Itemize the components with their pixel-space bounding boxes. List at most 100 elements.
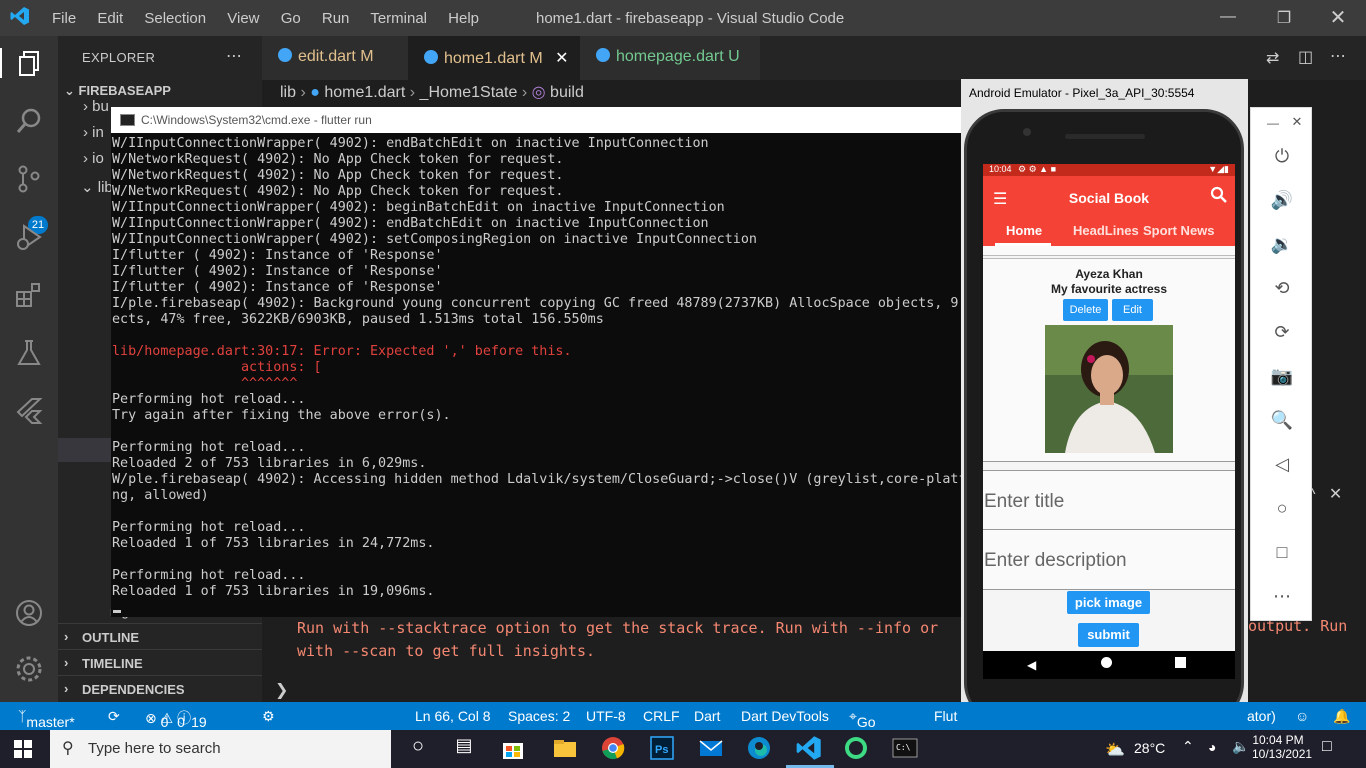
menu-run[interactable]: Run — [322, 10, 350, 27]
emulator-device[interactable]: ator) — [1247, 708, 1276, 724]
extensions-icon[interactable] — [14, 280, 44, 310]
emu-close-icon[interactable]: ✕ — [1285, 114, 1309, 138]
task-view-icon[interactable]: ▤ — [450, 735, 478, 763]
emu-minimize-icon[interactable]: — — [1261, 116, 1285, 140]
split-editor-icon[interactable]: ◫ — [1298, 47, 1313, 67]
weather-temp[interactable]: 28°C — [1134, 740, 1165, 756]
action-center-icon[interactable]: □ — [1322, 738, 1332, 756]
cursor-position[interactable]: Ln 66, Col 8 — [415, 708, 491, 724]
delete-button[interactable]: Delete — [1063, 299, 1108, 321]
tray-chevron-icon[interactable]: ⌃ — [1182, 738, 1194, 755]
camera-icon[interactable]: 📷 — [1270, 366, 1294, 390]
explorer-icon[interactable] — [0, 48, 58, 78]
source-control-icon[interactable] — [14, 164, 44, 194]
panel-close-icon[interactable]: ^ ✕ — [1308, 484, 1342, 504]
cortana-icon[interactable]: ○ — [404, 735, 432, 763]
edge-icon[interactable] — [746, 735, 774, 763]
cmd-taskbar-icon[interactable]: C:\ — [892, 735, 920, 763]
flutter-icon[interactable] — [14, 396, 44, 426]
chrome-icon[interactable] — [600, 735, 628, 763]
tab-edit-dart[interactable]: edit.dart M — [262, 36, 408, 80]
zoom-icon[interactable]: 🔍 — [1270, 410, 1294, 434]
search-icon[interactable] — [14, 106, 44, 136]
project-folder[interactable]: ⌄ FIREBASEAPP — [64, 83, 171, 99]
breadcrumb-item[interactable]: _Home1State — [420, 84, 518, 101]
language-mode[interactable]: Dart — [694, 708, 720, 724]
more-actions-icon[interactable]: ⋯ — [226, 46, 242, 66]
run-debug-icon[interactable] — [14, 222, 44, 252]
settings-gear-icon[interactable] — [14, 654, 44, 684]
description-input[interactable]: Enter description — [983, 530, 1235, 590]
cmd-title-bar[interactable]: C:\Windows\System32\cmd.exe - flutter ru… — [111, 107, 961, 133]
android-emulator-window[interactable]: Android Emulator - Pixel_3a_API_30:5554 … — [961, 79, 1248, 723]
tab-headlines[interactable]: HeadLines — [1073, 223, 1139, 238]
more-icon[interactable]: ⋯ — [1330, 46, 1346, 66]
debug-icon[interactable]: ⚙ — [262, 708, 275, 725]
volume-icon[interactable]: 🔈 — [1232, 738, 1249, 755]
search-icon[interactable] — [1210, 186, 1228, 209]
back-icon[interactable]: ◁ — [1270, 454, 1294, 478]
close-window-button[interactable]: ✕ — [1318, 5, 1358, 30]
sync-icon[interactable]: ⟳ — [108, 708, 120, 725]
windows-start-icon[interactable] — [14, 740, 32, 763]
accounts-icon[interactable] — [14, 598, 44, 628]
photoshop-icon[interactable]: Ps — [649, 735, 677, 763]
menu-view[interactable]: View — [227, 10, 259, 27]
indentation[interactable]: Spaces: 2 — [508, 708, 570, 724]
clock[interactable]: 10:04 PM 10/13/2021 — [1252, 733, 1312, 761]
breadcrumb-item[interactable]: build — [550, 84, 584, 101]
store-icon[interactable] — [500, 735, 528, 763]
network-icon[interactable]: ◕ — [1208, 739, 1216, 755]
menu-selection[interactable]: Selection — [144, 10, 206, 27]
weather-icon[interactable]: ⛅ — [1105, 740, 1125, 760]
minimize-button[interactable]: — — [1208, 8, 1248, 26]
cmd-window[interactable]: C:\Windows\System32\cmd.exe - flutter ru… — [111, 107, 967, 617]
nav-home-icon[interactable] — [1101, 657, 1112, 668]
timeline-section[interactable]: › TIMELINE — [58, 649, 262, 675]
encoding[interactable]: UTF-8 — [586, 708, 626, 724]
line-ending[interactable]: CRLF — [643, 708, 680, 724]
dependencies-section[interactable]: › DEPENDENCIES — [58, 675, 262, 701]
tab-homepage-dart[interactable]: homepage.dart U — [580, 36, 760, 80]
branch-indicator[interactable]: ᛉ master* — [18, 708, 75, 730]
flutter-device[interactable]: Flut — [934, 708, 957, 724]
menu-file[interactable]: File — [52, 10, 76, 27]
go-live[interactable]: ⌖ Go Live — [849, 708, 883, 746]
rotate-right-icon[interactable]: ⟳ — [1270, 322, 1294, 346]
menu-go[interactable]: Go — [281, 10, 301, 27]
rotate-left-icon[interactable]: ⟲ — [1270, 278, 1294, 302]
android-studio-icon[interactable] — [843, 735, 871, 763]
nav-back-icon[interactable]: ◀ — [1027, 658, 1036, 672]
testing-flask-icon[interactable] — [14, 338, 44, 368]
volume-down-icon[interactable]: 🔉 — [1270, 234, 1294, 258]
problems-indicator[interactable]: ⊗ 0 ⚠ 0 ⓘ 19 — [145, 708, 207, 730]
file-explorer-icon[interactable] — [552, 735, 580, 763]
outline-section[interactable]: › OUTLINE — [58, 623, 262, 649]
vscode-taskbar-icon[interactable] — [796, 735, 824, 763]
title-input[interactable]: Enter title — [983, 470, 1235, 530]
taskbar-search[interactable]: ⚲ Type here to search — [50, 730, 391, 768]
overview-icon[interactable]: □ — [1270, 542, 1294, 566]
tab-sport-news[interactable]: Sport News — [1143, 223, 1215, 238]
menu-edit[interactable]: Edit — [97, 10, 123, 27]
dart-devtools[interactable]: Dart DevTools — [741, 708, 829, 724]
compare-icon[interactable]: ⇄ — [1266, 48, 1279, 68]
breadcrumb-item[interactable]: lib — [280, 84, 296, 101]
phone-screen[interactable]: 10:04 ⚙ ⚙ ▲ ■ ▼◢▮ ☰ Social Book Home Hea… — [983, 164, 1235, 651]
menu-help[interactable]: Help — [448, 10, 479, 27]
close-tab-icon[interactable]: ✕ — [555, 50, 568, 67]
feedback-icon[interactable]: ☺ — [1295, 708, 1309, 724]
power-icon[interactable]: ⏻ — [1270, 146, 1294, 170]
home-icon[interactable]: ○ — [1270, 498, 1294, 522]
pick-image-button[interactable]: pick image — [1067, 591, 1150, 614]
notifications-bell-icon[interactable]: 🔔 — [1333, 708, 1350, 725]
breadcrumb-item[interactable]: home1.dart — [324, 84, 405, 101]
tab-home1-dart[interactable]: home1.dart M ✕ — [408, 36, 580, 80]
volume-up-icon[interactable]: 🔊 — [1270, 190, 1294, 214]
menu-terminal[interactable]: Terminal — [370, 10, 427, 27]
edit-button[interactable]: Edit — [1112, 299, 1153, 321]
submit-button[interactable]: submit — [1078, 623, 1139, 647]
mail-icon[interactable] — [698, 735, 726, 763]
tab-home[interactable]: Home — [1006, 223, 1042, 238]
restore-button[interactable]: ❐ — [1264, 8, 1304, 28]
